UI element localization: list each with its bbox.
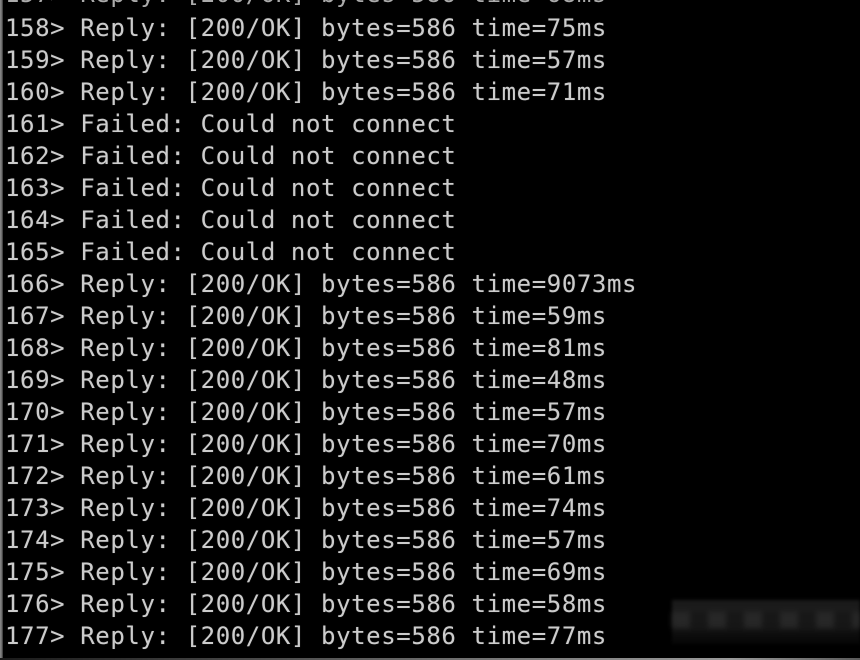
log-line: 159> Reply: [200/OK] bytes=586 time=57ms (5, 46, 607, 74)
log-output-list: 158> Reply: [200/OK] bytes=586 time=75ms… (0, 12, 860, 652)
terminal-window[interactable]: 157> Reply: [200/OK] bytes=586 time=68ms… (0, 0, 860, 660)
log-line: 173> Reply: [200/OK] bytes=586 time=74ms (5, 494, 607, 522)
log-line: 166> Reply: [200/OK] bytes=586 time=9073… (5, 270, 638, 298)
log-line: 175> Reply: [200/OK] bytes=586 time=69ms (5, 558, 607, 586)
log-line: 174> Reply: [200/OK] bytes=586 time=57ms (5, 526, 607, 554)
clipped-top-log-line: 157> Reply: [200/OK] bytes=586 time=68ms (5, 0, 607, 10)
log-line: 160> Reply: [200/OK] bytes=586 time=71ms (5, 78, 607, 106)
blurred-redaction-patch (672, 600, 860, 644)
log-line: 165> Failed: Could not connect (5, 238, 457, 266)
window-left-border (0, 0, 3, 660)
log-line: 168> Reply: [200/OK] bytes=586 time=81ms (5, 334, 607, 362)
log-line: 163> Failed: Could not connect (5, 174, 457, 202)
log-line: 158> Reply: [200/OK] bytes=586 time=75ms (5, 14, 607, 42)
log-line: 170> Reply: [200/OK] bytes=586 time=57ms (5, 398, 607, 426)
log-line: 169> Reply: [200/OK] bytes=586 time=48ms (5, 366, 607, 394)
log-line: 161> Failed: Could not connect (5, 110, 457, 138)
log-line: 172> Reply: [200/OK] bytes=586 time=61ms (5, 462, 607, 490)
log-line: 171> Reply: [200/OK] bytes=586 time=70ms (5, 430, 607, 458)
log-line: 164> Failed: Could not connect (5, 206, 457, 234)
log-line: 167> Reply: [200/OK] bytes=586 time=59ms (5, 302, 607, 330)
log-line: 162> Failed: Could not connect (5, 142, 457, 170)
